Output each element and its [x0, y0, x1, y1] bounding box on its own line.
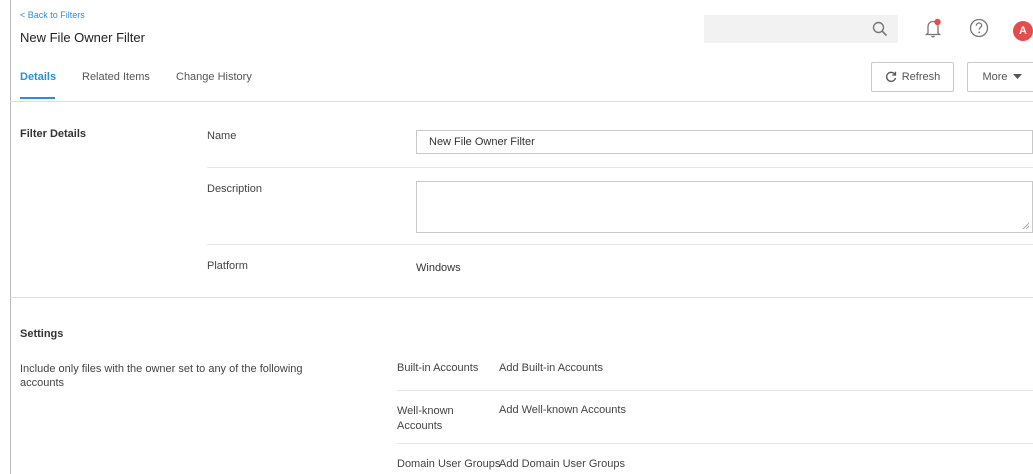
tab-change-history[interactable]: Change History — [176, 71, 252, 83]
user-avatar[interactable]: A — [1013, 21, 1033, 41]
tabs-divider — [10, 101, 1033, 102]
refresh-button-label: Refresh — [901, 71, 941, 83]
active-tab-indicator — [20, 97, 55, 99]
platform-label: Platform — [207, 260, 248, 272]
filter-details-heading: Filter Details — [20, 128, 87, 140]
more-button[interactable]: More — [967, 62, 1033, 92]
chevron-down-icon — [1012, 74, 1022, 79]
description-textarea[interactable] — [416, 181, 1033, 233]
section-divider — [10, 297, 1033, 298]
back-to-filters-link[interactable]: < Back to Filters — [20, 10, 85, 20]
settings-heading: Settings — [20, 328, 64, 340]
notification-bell-icon[interactable] — [922, 17, 944, 39]
refresh-icon — [885, 71, 896, 82]
built-in-accounts-label: Built-in Accounts — [397, 362, 479, 374]
page-title: New File Owner Filter — [20, 30, 145, 45]
tab-related-items[interactable]: Related Items — [82, 71, 150, 83]
description-label: Description — [207, 183, 263, 195]
well-known-accounts-label: Well-known Accounts — [397, 405, 454, 432]
refresh-button[interactable]: Refresh — [871, 62, 954, 92]
tab-details[interactable]: Details — [20, 71, 56, 83]
search-icon[interactable] — [872, 21, 888, 37]
add-domain-user-groups-link[interactable]: Add Domain User Groups — [499, 458, 625, 470]
help-icon[interactable] — [968, 17, 990, 39]
row-divider — [207, 244, 1033, 245]
domain-user-groups-label: Domain User Groups — [397, 458, 501, 470]
name-label: Name — [207, 130, 237, 142]
search-input[interactable] — [704, 15, 898, 43]
add-well-known-accounts-link[interactable]: Add Well-known Accounts — [499, 404, 626, 416]
name-field[interactable] — [416, 130, 1033, 154]
row-divider — [397, 443, 1033, 444]
row-divider — [207, 167, 1033, 168]
add-built-in-accounts-link[interactable]: Add Built-in Accounts — [499, 362, 603, 374]
platform-value: Windows — [416, 262, 461, 274]
row-divider — [397, 390, 1033, 391]
resize-handle-icon[interactable] — [1022, 222, 1029, 229]
more-button-label: More — [982, 71, 1008, 83]
settings-description: Include only files with the owner set to… — [20, 363, 303, 389]
